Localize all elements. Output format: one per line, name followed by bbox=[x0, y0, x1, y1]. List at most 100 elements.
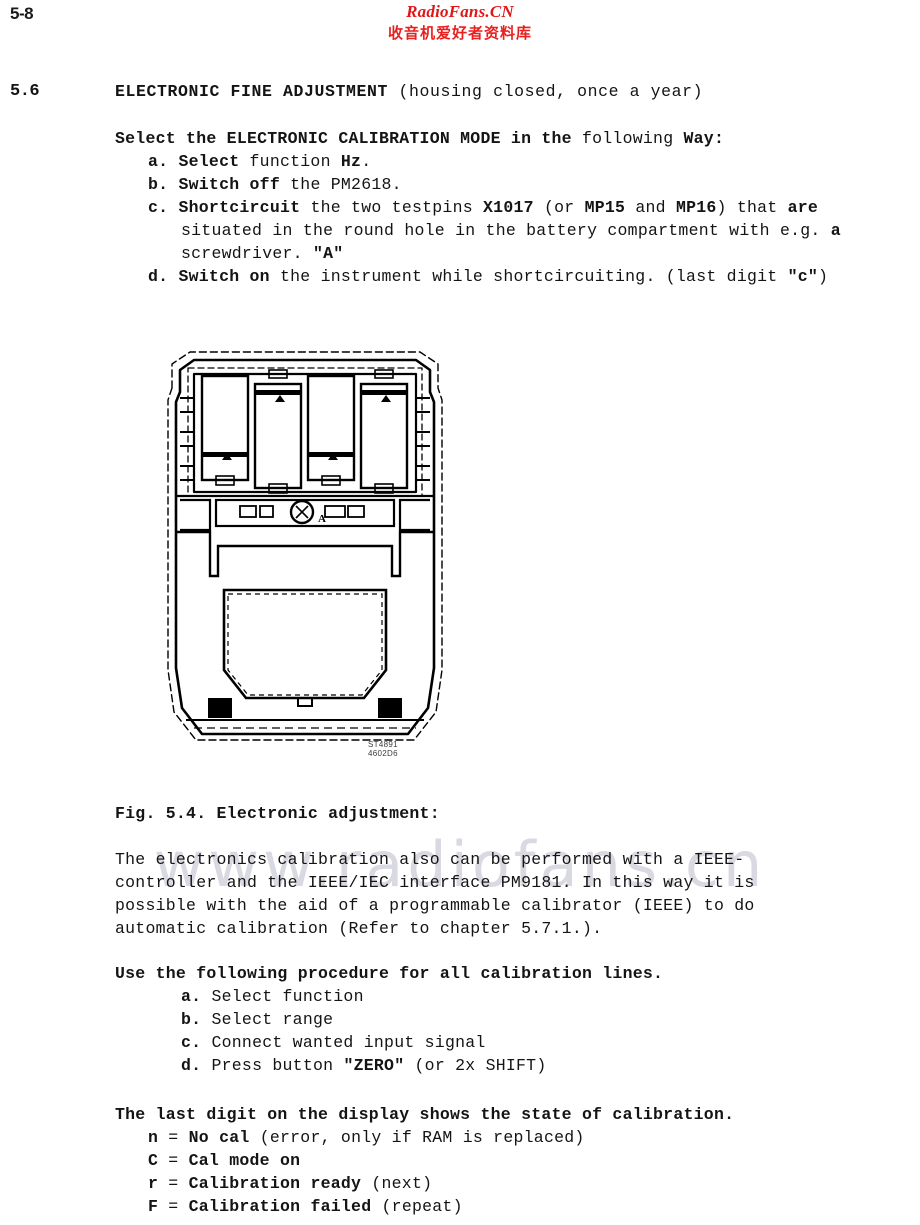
intro-list-item: c. Shortcircuit the two testpins X1017 (… bbox=[115, 196, 915, 219]
procedure-list-item: d. Press button "ZERO" (or 2x SHIFT) bbox=[115, 1054, 915, 1077]
text-run-bold: Calibration ready bbox=[188, 1174, 362, 1193]
brand-cjk-text: 收音机爱好者资料库 bbox=[387, 24, 532, 42]
text-run: = bbox=[158, 1174, 189, 1193]
text-run: = bbox=[158, 1151, 189, 1170]
paragraph-line: automatic calibration (Refer to chapter … bbox=[115, 919, 603, 938]
text-run-bold: a bbox=[830, 221, 841, 240]
text-run: (error, only if RAM is replaced) bbox=[249, 1128, 585, 1147]
text-run-bold: are bbox=[787, 198, 819, 217]
text-run-bold: "ZERO" bbox=[343, 1056, 405, 1075]
procedure-list-item: c. Connect wanted input signal bbox=[115, 1031, 915, 1054]
text-run-bold: X1017 bbox=[483, 198, 534, 217]
list-marker: a. bbox=[181, 987, 202, 1006]
text-run: Connect wanted input signal bbox=[201, 1033, 486, 1052]
text-run: function bbox=[239, 152, 341, 171]
figure-hole-label: A bbox=[318, 513, 326, 525]
text-run-bold: Switch on bbox=[168, 267, 270, 286]
figure-battery-compartment: A bbox=[150, 340, 460, 770]
section-heading-bold: ELECTRONIC FINE ADJUSTMENT bbox=[115, 82, 389, 101]
list-marker: c. bbox=[181, 1033, 202, 1052]
text-run: (or 2x SHIFT) bbox=[404, 1056, 547, 1075]
text-run: situated in the round hole in the batter… bbox=[181, 221, 831, 240]
states-heading: The last digit on the display shows the … bbox=[115, 1105, 735, 1124]
paragraph-line: controller and the IEEE/IEC interface PM… bbox=[115, 873, 755, 892]
figure-code-line-2: 4602D6 bbox=[368, 749, 398, 758]
state-code: n bbox=[148, 1128, 159, 1147]
text-run: (next) bbox=[361, 1174, 433, 1193]
text-run: (or bbox=[533, 198, 585, 217]
list-marker: b. bbox=[148, 175, 169, 194]
text-run-bold: Select bbox=[168, 152, 240, 171]
section-heading-rest: (housing closed, once a year) bbox=[388, 82, 704, 101]
intro-item-list: a. Select function Hz. b. Switch off the … bbox=[115, 150, 915, 288]
state-code: F bbox=[148, 1197, 159, 1216]
text-run: = bbox=[158, 1197, 189, 1216]
procedure-heading: Use the following procedure for all cali… bbox=[115, 964, 664, 983]
figure-reference-code: ST4891 4602D6 bbox=[368, 740, 398, 758]
text-run-bold: "c" bbox=[787, 267, 819, 286]
state-list-item: F = Calibration failed (repeat) bbox=[115, 1195, 915, 1218]
document-page: 5-8 RadioFans.CN 收音机爱好者资料库 www.radiofans… bbox=[0, 0, 920, 1225]
brand-watermark-header: RadioFans.CN 收音机爱好者资料库 bbox=[0, 2, 920, 43]
text-run: Press button bbox=[201, 1056, 344, 1075]
state-code: r bbox=[148, 1174, 159, 1193]
text-run-bold: Calibration failed bbox=[188, 1197, 372, 1216]
text-run-bold: Hz bbox=[340, 152, 362, 171]
intro-list-item: d. Switch on the instrument while shortc… bbox=[115, 265, 915, 288]
states-item-list: n = No cal (error, only if RAM is replac… bbox=[115, 1126, 915, 1218]
text-run-bold: MP15 bbox=[584, 198, 626, 217]
text-run-bold: MP16 bbox=[675, 198, 717, 217]
intro-lead-rest: following bbox=[571, 129, 684, 148]
figure-caption-text: Fig. 5.4. Electronic adjustment: bbox=[115, 804, 440, 823]
figure-code-line-1: ST4891 bbox=[368, 740, 398, 749]
list-marker: b. bbox=[181, 1010, 202, 1029]
list-marker: c. bbox=[148, 198, 169, 217]
figure-caption: Fig. 5.4. Electronic adjustment: bbox=[115, 802, 440, 825]
text-run: ) that bbox=[716, 198, 788, 217]
state-list-item: r = Calibration ready (next) bbox=[115, 1172, 915, 1195]
text-run: Select function bbox=[201, 987, 364, 1006]
text-run-bold: No cal bbox=[188, 1128, 250, 1147]
text-run: the instrument while shortcircuiting. (l… bbox=[269, 267, 788, 286]
intro-list-item: a. Select function Hz. bbox=[115, 150, 915, 173]
text-run-bold: Cal mode on bbox=[188, 1151, 301, 1170]
states-block: The last digit on the display shows the … bbox=[115, 1103, 915, 1218]
figure-svg: A bbox=[167, 351, 443, 741]
text-run: and bbox=[625, 198, 676, 217]
procedure-list-item: b. Select range bbox=[115, 1008, 915, 1031]
intro-list-item: b. Switch off the PM2618. bbox=[115, 173, 915, 196]
list-marker: a. bbox=[148, 152, 169, 171]
intro-block: Select the ELECTRONIC CALIBRATION MODE i… bbox=[115, 127, 915, 288]
text-run-bold: Switch off bbox=[168, 175, 280, 194]
procedure-block: Use the following procedure for all cali… bbox=[115, 962, 915, 1077]
text-run-bold: Shortcircuit bbox=[168, 198, 301, 217]
list-marker: d. bbox=[148, 267, 169, 286]
brand-latin-text: RadioFans.CN bbox=[406, 2, 514, 21]
text-run-bold: "A" bbox=[312, 244, 344, 263]
procedure-list-item: a. Select function bbox=[115, 985, 915, 1008]
paragraph-block: The electronics calibration also can be … bbox=[115, 848, 920, 940]
paragraph-line: possible with the aid of a programmable … bbox=[115, 896, 755, 915]
intro-lead-bold-1: Select the ELECTRONIC CALIBRATION MODE i… bbox=[115, 129, 572, 148]
text-run: (repeat) bbox=[371, 1197, 463, 1216]
paragraph-lines: The electronics calibration also can be … bbox=[115, 848, 920, 940]
procedure-item-list: a. Select function b. Select range c. Conn… bbox=[115, 985, 915, 1077]
paragraph-line: The electronics calibration also can be … bbox=[115, 850, 745, 869]
text-run: the two testpins bbox=[300, 198, 484, 217]
intro-lead-bold-2: Way: bbox=[683, 129, 725, 148]
state-code: C bbox=[148, 1151, 159, 1170]
text-run: ) bbox=[818, 267, 829, 286]
intro-list-item: situated in the round hole in the batter… bbox=[115, 219, 915, 242]
section-number: 5.6 bbox=[10, 82, 40, 101]
text-run: Select range bbox=[201, 1010, 334, 1029]
text-run: screwdriver. bbox=[181, 244, 313, 263]
list-marker: d. bbox=[181, 1056, 202, 1075]
text-run: . bbox=[361, 152, 372, 171]
page-number: 5-8 bbox=[10, 4, 34, 23]
state-list-item: n = No cal (error, only if RAM is replac… bbox=[115, 1126, 915, 1149]
state-list-item: C = Cal mode on bbox=[115, 1149, 915, 1172]
intro-list-item: screwdriver. "A" bbox=[115, 242, 915, 265]
text-run: = bbox=[158, 1128, 189, 1147]
section-heading: ELECTRONIC FINE ADJUSTMENT (housing clos… bbox=[115, 82, 703, 101]
intro-lead-line: Select the ELECTRONIC CALIBRATION MODE i… bbox=[115, 127, 915, 150]
